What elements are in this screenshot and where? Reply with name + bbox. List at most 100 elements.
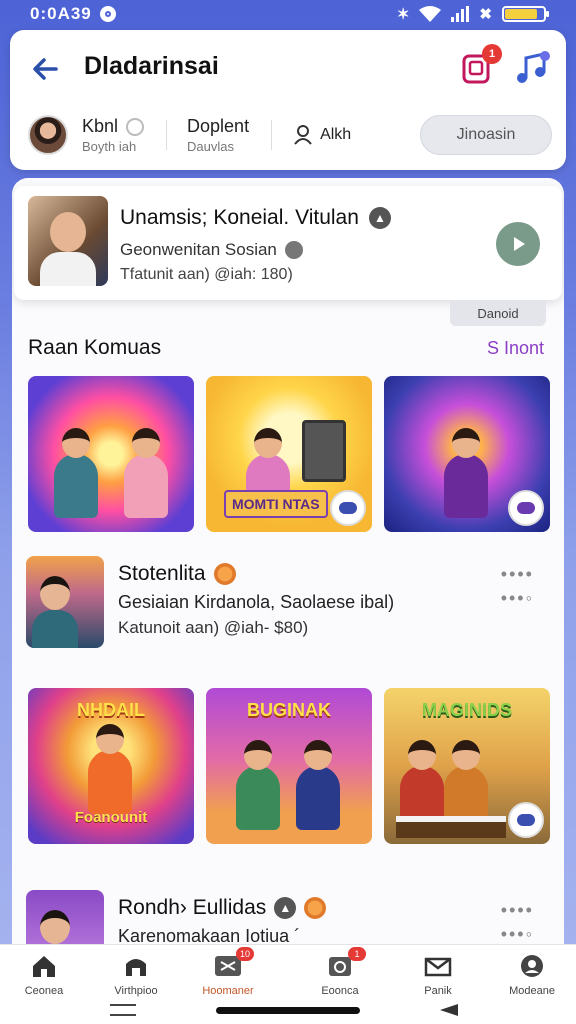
featured-subtitle: Geonwenitan Sosian — [120, 240, 277, 259]
nav-label: Hoomaner — [202, 985, 254, 997]
verified-icon — [126, 117, 145, 136]
cast-icon: ✖ — [479, 6, 492, 23]
user-subtitle: Boyth iah — [82, 139, 137, 154]
list-item-thumbnail — [26, 556, 104, 648]
more-options-icon[interactable]: •••◦ — [501, 924, 534, 945]
lock-user-icon — [294, 125, 312, 145]
record-icon — [99, 6, 116, 22]
tile-action-button[interactable] — [508, 802, 544, 838]
user-name-row: Kbnl — [82, 116, 145, 137]
back-arrow-icon[interactable] — [28, 52, 62, 86]
stat-label: Dauvlas — [187, 139, 234, 154]
nav-label: Panik — [424, 985, 452, 997]
tile-label: MOMTI NTAS — [224, 490, 328, 518]
tile-action-button[interactable] — [330, 490, 366, 526]
more-options-icon[interactable]: •••◦ — [501, 588, 534, 609]
more-options-icon[interactable]: •••• — [501, 564, 534, 585]
person-icon: ▲ — [274, 897, 297, 919]
list-item-meta: Katunoit aan) @iah- $80) — [118, 618, 309, 637]
illustration-figure — [124, 428, 168, 518]
status-time: 0:0A39 — [30, 4, 92, 23]
inbox-button[interactable]: 1 — [460, 44, 502, 86]
featured-subtitle-row: Geonwenitan Sosian — [120, 240, 303, 260]
house-icon — [122, 953, 150, 979]
nav-label: Virthpioo — [114, 985, 158, 997]
tile-card[interactable]: NHDAIL Foanounit — [28, 688, 194, 844]
main-panel: Unamsis; Koneial. Vitulan ▲ Geonwenitan … — [12, 178, 564, 958]
more-options-icon[interactable]: •••• — [501, 900, 534, 921]
tile-title: NHDAIL — [77, 700, 145, 720]
user-block[interactable]: Kbnl Boyth iah — [82, 116, 145, 154]
auth-link[interactable]: Alkh — [292, 124, 351, 146]
nav-label: Ceonea — [24, 985, 64, 997]
play-button[interactable] — [496, 222, 540, 266]
piano-illustration — [396, 816, 506, 838]
list-item-title-row: Rondh› Eullidas ▲ — [118, 896, 327, 920]
tile-card[interactable] — [28, 376, 194, 532]
nav-item-hoomaner[interactable]: 10 Hoomaner — [186, 947, 270, 997]
auth-label: Alkh — [320, 126, 352, 143]
scissors-icon: 10 — [214, 947, 254, 979]
illustration-figure — [236, 740, 280, 830]
avatar[interactable] — [28, 115, 68, 155]
featured-thumbnail — [28, 196, 108, 286]
person-icon: ▲ — [368, 207, 391, 229]
featured-meta: Tfatunit aan) @iah: 180) — [120, 266, 293, 283]
tile-card[interactable]: MOMTI NTAS — [206, 376, 372, 532]
tag-pill[interactable]: Danoid — [450, 300, 546, 326]
orange-badge-icon — [213, 563, 236, 585]
illustration-figure — [88, 724, 132, 814]
nav-item-home[interactable]: Ceonea — [2, 953, 86, 997]
featured-title: Unamsis; Koneial. Vitulan — [120, 206, 359, 229]
join-button[interactable]: Jinoasin — [420, 115, 552, 155]
tile-card[interactable]: BUGINAK — [206, 688, 372, 844]
list-item[interactable]: Stotenlita Gesiaian Kirdanola, Saolaese … — [26, 556, 550, 652]
music-note-icon — [517, 51, 550, 83]
list-item-title-row: Stotenlita — [118, 562, 236, 586]
home-indicator[interactable] — [216, 1007, 360, 1014]
orange-badge-icon — [304, 897, 327, 919]
list-item-title: Stotenlita — [118, 562, 206, 585]
nav-item-virthpioo[interactable]: Virthpioo — [94, 953, 178, 997]
stat-block[interactable]: Doplent Dauvlas — [187, 116, 249, 154]
see-all-link[interactable]: S Inont — [487, 338, 544, 359]
page-title: Dladarinsai — [84, 52, 219, 80]
nav-label: Eoonca — [321, 985, 359, 997]
nav-label: Modeane — [509, 985, 555, 997]
nav-item-eoonca[interactable]: 1 Eoonca — [298, 947, 382, 997]
illustration-figure — [444, 428, 488, 518]
nav-badge: 10 — [236, 947, 254, 961]
status-icons: ✶ ✖ — [396, 5, 549, 23]
stat-value: Doplent — [187, 116, 250, 136]
signal-icon — [451, 6, 470, 22]
header-card: Dladarinsai 1 Kbnl Boyth iah Doplent Dau… — [10, 30, 566, 170]
home-icon — [30, 953, 58, 979]
back-icon[interactable] — [440, 1004, 458, 1016]
list-item-title: Rondh› Eullidas — [118, 896, 267, 919]
tile-action-button[interactable] — [508, 490, 544, 526]
divider — [271, 120, 273, 150]
illustration-figure — [54, 428, 98, 518]
tile-card[interactable] — [384, 376, 550, 532]
calendar-icon: 1 — [326, 947, 366, 979]
status-bar: 0:0A39 ✶ ✖ — [0, 0, 576, 28]
profile-icon — [518, 953, 546, 979]
nav-item-modeane[interactable]: Modeane — [490, 953, 574, 997]
tablet-illustration — [302, 420, 346, 482]
user-row: Kbnl Boyth iah Doplent Dauvlas Alkh Jino… — [28, 112, 552, 158]
compass-icon — [284, 241, 303, 259]
featured-card[interactable]: Unamsis; Koneial. Vitulan ▲ Geonwenitan … — [14, 186, 562, 300]
user-name: Kbnl — [82, 116, 119, 136]
notification-badge: 1 — [482, 44, 502, 64]
mail-icon — [424, 953, 452, 979]
list-item-subtitle: Gesiaian Kirdanola, Saolaese ibal) — [118, 592, 395, 612]
bluetooth-icon: ✶ — [396, 6, 410, 23]
recent-apps-icon[interactable] — [110, 1004, 136, 1016]
tile-card[interactable]: MAGINIDS — [384, 688, 550, 844]
nav-item-panik[interactable]: Panik — [396, 953, 480, 997]
nav-badge: 1 — [348, 947, 366, 961]
divider — [166, 120, 168, 150]
music-button[interactable] — [512, 48, 552, 88]
illustration-figure — [296, 740, 340, 830]
wifi-icon — [419, 6, 442, 22]
